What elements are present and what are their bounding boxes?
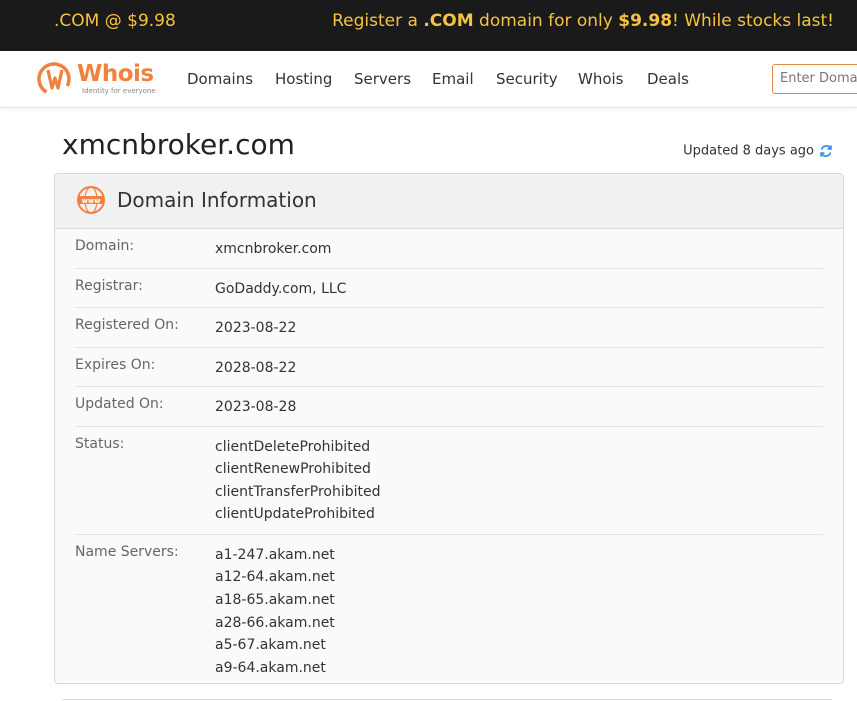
info-label: Registered On: — [75, 317, 179, 333]
info-row: Domain: xmcnbroker.com — [75, 228, 823, 269]
promo-tld: .COM — [423, 11, 474, 31]
promo-bar: .COM @ $9.98 Register a .COM domain for … — [0, 0, 857, 51]
svg-text:www: www — [82, 197, 102, 205]
info-value-line: clientUpdateProhibited — [215, 506, 375, 523]
info-row: Status: clientDeleteProhibited clientRenew… — [75, 426, 823, 535]
promo-left-text: .COM @ $9.98 — [54, 11, 176, 31]
nav-item-servers[interactable]: Servers — [354, 70, 411, 88]
info-row: Expires On: 2028-08-22 — [75, 347, 823, 387]
info-value-line: 2028-08-22 — [215, 359, 297, 376]
info-value: clientDeleteProhibited clientRenewProhibi… — [215, 436, 380, 526]
info-value-line: a12-64.akam.net — [215, 569, 335, 586]
info-value: a1-247.akam.net a12-64.akam.net a18-65.aka… — [215, 544, 335, 680]
info-row: Updated On: 2023-08-28 — [75, 386, 823, 427]
promo-text-part: ! While stocks last! — [672, 11, 834, 31]
nav-item-domains[interactable]: Domains — [187, 70, 253, 88]
nav-item-security[interactable]: Security — [496, 70, 558, 88]
updated-text: Updated 8 days ago — [683, 143, 814, 159]
info-value-line: a1-247.akam.net — [215, 546, 335, 563]
info-label: Status: — [75, 435, 125, 452]
www-globe-icon: www — [77, 186, 105, 214]
brand-name: Whois — [77, 61, 154, 87]
info-value-line: a18-65.akam.net — [215, 592, 335, 609]
info-value-line: GoDaddy.com, LLC — [215, 280, 347, 297]
info-value-line: clientTransferProhibited — [215, 483, 381, 500]
info-row: Registered On: 2023-08-22 — [75, 307, 823, 348]
info-row: Registrar: GoDaddy.com, LLC — [75, 268, 823, 308]
info-value: xmcnbroker.com — [215, 238, 331, 261]
refresh-icon[interactable] — [818, 143, 834, 159]
main-navbar: Whois Identity for everyone Domains Host… — [0, 51, 857, 108]
info-value: 2028-08-22 — [215, 357, 296, 380]
info-label: Domain: — [75, 238, 135, 254]
info-value-line: 2023-08-28 — [215, 399, 297, 415]
info-label: Updated On: — [75, 396, 164, 412]
info-value-line: a9-64.akam.net — [215, 659, 326, 676]
info-value-line: a5-67.akam.net — [215, 637, 326, 654]
info-value: 2023-08-28 — [215, 396, 296, 419]
nav-item-hosting[interactable]: Hosting — [275, 70, 332, 88]
page-title: xmcnbroker.com — [62, 128, 295, 161]
promo-text-part: domain for only — [473, 11, 619, 31]
info-value: GoDaddy.com, LLC — [215, 278, 346, 301]
promo-banner-text[interactable]: Register a .COM domain for only $9.98! W… — [332, 11, 834, 31]
divider — [62, 699, 832, 700]
promo-text-part: Register a — [332, 11, 424, 31]
info-label: Registrar: — [75, 277, 143, 294]
card-header: www Domain Information — [55, 174, 843, 229]
nav-item-deals[interactable]: Deals — [647, 70, 689, 88]
info-value: 2023-08-22 — [215, 317, 296, 340]
card-title: Domain Information — [117, 188, 317, 212]
domain-information-card: www Domain Information Domain: xmcnbroker… — [54, 173, 844, 684]
whois-logo-icon — [37, 62, 71, 96]
promo-price: $9.98 — [618, 11, 673, 31]
info-value-line: a28-66.akam.net — [215, 614, 335, 631]
info-row: Name Servers: a1-247.akam.net a12-64.akam.… — [75, 534, 823, 683]
updated-status: Updated 8 days ago — [683, 143, 834, 159]
nav-item-whois[interactable]: Whois — [578, 70, 624, 88]
nav-item-email[interactable]: Email — [432, 70, 474, 88]
info-value-line: 2023-08-22 — [215, 320, 297, 336]
info-label: Expires On: — [75, 356, 156, 373]
brand-tagline: Identity for everyone — [82, 87, 156, 95]
whois-logo[interactable]: Whois Identity for everyone — [37, 61, 162, 97]
info-label: Name Servers: — [75, 543, 179, 560]
info-value-line: clientDeleteProhibited — [215, 438, 371, 455]
info-value-line: xmcnbroker.com — [215, 241, 332, 257]
domain-search-input[interactable]: Enter Domain — [772, 64, 857, 94]
info-value-line: clientRenewProhibited — [215, 461, 371, 478]
